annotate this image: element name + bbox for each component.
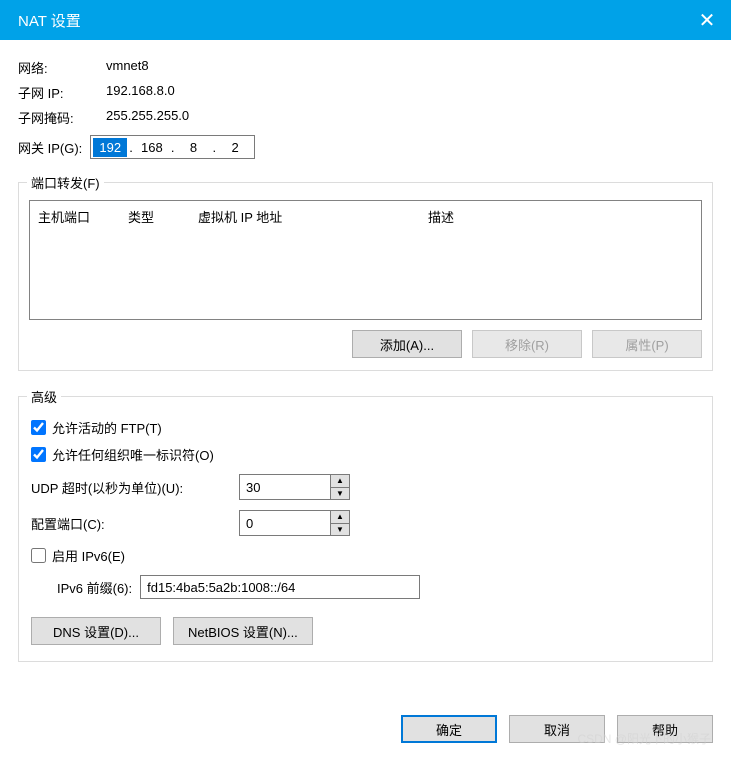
network-label: 网络: xyxy=(18,58,98,77)
ip-separator: . xyxy=(127,140,135,155)
subnet-mask-value: 255.255.255.0 xyxy=(106,108,713,127)
cancel-button[interactable]: 取消 xyxy=(509,715,605,743)
gateway-octet-4[interactable] xyxy=(218,138,252,157)
advanced-fieldset: 高级 允许活动的 FTP(T) 允许任何组织唯一标识符(O) UDP 超时(以秒… xyxy=(18,387,713,662)
col-host-port: 主机端口 xyxy=(38,207,128,226)
config-port-down-icon[interactable]: ▼ xyxy=(331,523,349,535)
port-forward-legend: 端口转发(F) xyxy=(27,173,104,192)
titlebar-title: NAT 设置 xyxy=(18,10,81,31)
port-forward-actions: 添加(A)... 移除(R) 属性(P) xyxy=(29,330,702,358)
ip-separator: . xyxy=(169,140,177,155)
dialog-footer: 确定 取消 帮助 xyxy=(401,715,713,743)
enable-ipv6-checkbox[interactable] xyxy=(31,548,46,563)
col-desc: 描述 xyxy=(428,207,693,226)
port-forward-fieldset: 端口转发(F) 主机端口 类型 虚拟机 IP 地址 描述 添加(A)... 移除… xyxy=(18,173,713,371)
help-button[interactable]: 帮助 xyxy=(617,715,713,743)
remove-button: 移除(R) xyxy=(472,330,582,358)
allow-oui-checkbox[interactable] xyxy=(31,447,46,462)
ip-separator: . xyxy=(211,140,219,155)
allow-ftp-checkbox[interactable] xyxy=(31,420,46,435)
ipv6-prefix-input[interactable] xyxy=(140,575,420,599)
close-button[interactable]: ✕ xyxy=(683,0,731,40)
col-type: 类型 xyxy=(128,207,198,226)
gateway-ip-input[interactable]: . . . xyxy=(90,135,255,159)
advanced-legend: 高级 xyxy=(27,387,61,406)
network-value: vmnet8 xyxy=(106,58,713,77)
config-port-field[interactable] xyxy=(240,511,330,535)
gateway-octet-2[interactable] xyxy=(135,138,169,157)
titlebar: NAT 设置 ✕ xyxy=(0,0,731,40)
allow-ftp-label: 允许活动的 FTP(T) xyxy=(52,418,162,437)
allow-oui-label: 允许任何组织唯一标识符(O) xyxy=(52,445,214,464)
enable-ipv6-label: 启用 IPv6(E) xyxy=(52,546,125,565)
udp-timeout-input[interactable]: ▲ ▼ xyxy=(239,474,350,500)
udp-timeout-up-icon[interactable]: ▲ xyxy=(331,475,349,487)
config-port-up-icon[interactable]: ▲ xyxy=(331,511,349,523)
gateway-label: 网关 IP(G): xyxy=(18,138,82,157)
udp-timeout-label: UDP 超时(以秒为单位)(U): xyxy=(31,478,231,497)
config-port-input[interactable]: ▲ ▼ xyxy=(239,510,350,536)
gateway-row: 网关 IP(G): . . . xyxy=(18,135,713,159)
gateway-octet-1[interactable] xyxy=(93,138,127,157)
udp-timeout-field[interactable] xyxy=(240,475,330,499)
port-forward-table[interactable]: 主机端口 类型 虚拟机 IP 地址 描述 xyxy=(29,200,702,320)
ok-button[interactable]: 确定 xyxy=(401,715,497,743)
col-vm-ip: 虚拟机 IP 地址 xyxy=(198,207,428,226)
netbios-settings-button[interactable]: NetBIOS 设置(N)... xyxy=(173,617,313,645)
subnet-ip-value: 192.168.8.0 xyxy=(106,83,713,102)
network-info-grid: 网络: vmnet8 子网 IP: 192.168.8.0 子网掩码: 255.… xyxy=(18,58,713,127)
dialog-content: 网络: vmnet8 子网 IP: 192.168.8.0 子网掩码: 255.… xyxy=(0,40,731,662)
port-forward-header: 主机端口 类型 虚拟机 IP 地址 描述 xyxy=(30,201,701,232)
udp-timeout-down-icon[interactable]: ▼ xyxy=(331,487,349,499)
gateway-octet-3[interactable] xyxy=(177,138,211,157)
dns-settings-button[interactable]: DNS 设置(D)... xyxy=(31,617,161,645)
config-port-label: 配置端口(C): xyxy=(31,514,231,533)
properties-button: 属性(P) xyxy=(592,330,702,358)
subnet-ip-label: 子网 IP: xyxy=(18,83,98,102)
add-button[interactable]: 添加(A)... xyxy=(352,330,462,358)
subnet-mask-label: 子网掩码: xyxy=(18,108,98,127)
ipv6-prefix-label: IPv6 前缀(6): xyxy=(57,578,132,597)
